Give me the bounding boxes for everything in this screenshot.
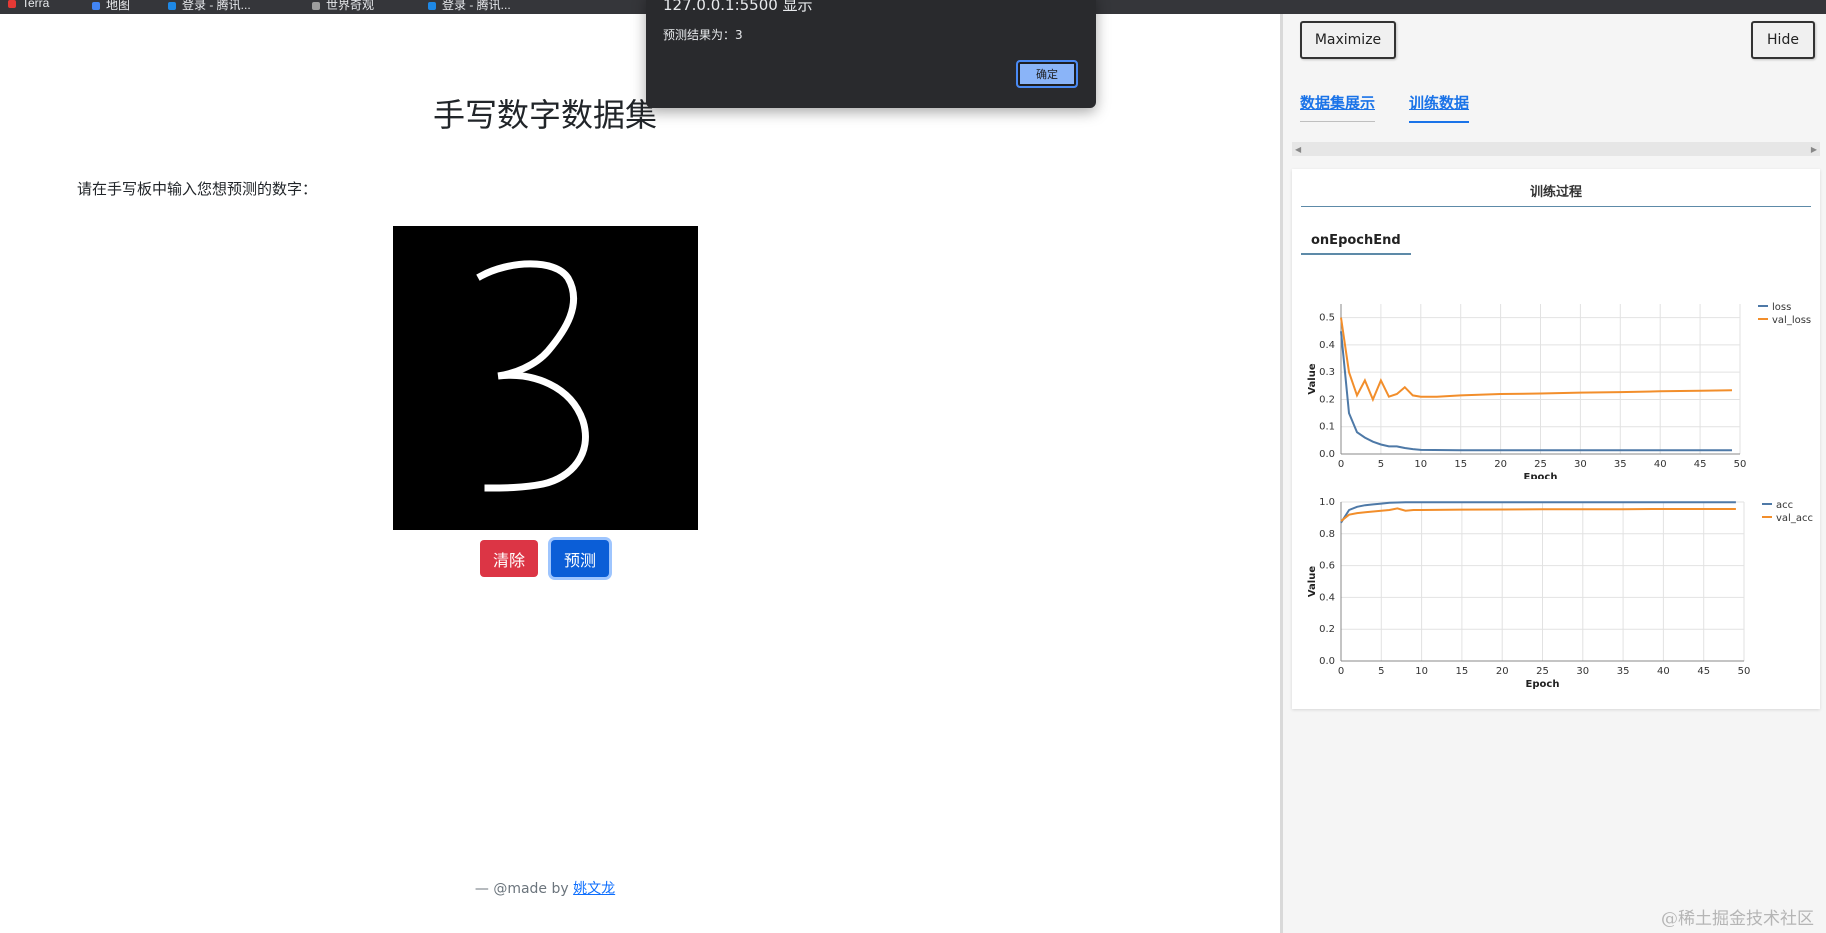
watermark: @稀土掘金技术社区	[1661, 909, 1814, 929]
y-axis-label: Value	[1307, 566, 1318, 597]
dialog-message: 预测结果为：3	[663, 28, 743, 42]
clear-button[interactable]: 清除	[480, 540, 538, 577]
subtab-onepochend[interactable]: onEpochEnd	[1301, 233, 1411, 255]
author-link[interactable]: 姚文龙	[573, 881, 615, 897]
y-tick-label: 0.6	[1319, 561, 1335, 572]
x-tick-label: 25	[1534, 459, 1547, 470]
y-axis-label: Value	[1307, 363, 1318, 394]
horizontal-scrollbar[interactable]: ◀ ▶	[1292, 142, 1820, 156]
x-tick-label: 25	[1536, 666, 1549, 677]
y-tick-label: 0.8	[1319, 529, 1335, 540]
x-tick-label: 50	[1734, 459, 1747, 470]
bookmark-icon	[8, 0, 16, 8]
predict-button[interactable]: 预测	[551, 540, 609, 577]
x-tick-label: 0	[1338, 459, 1344, 470]
y-tick-label: 0.4	[1319, 340, 1335, 351]
drawn-digit	[476, 260, 589, 492]
x-tick-label: 30	[1574, 459, 1587, 470]
x-tick-label: 35	[1617, 666, 1630, 677]
x-tick-label: 50	[1738, 666, 1751, 677]
legend-label: val_loss	[1772, 315, 1811, 326]
x-tick-label: 40	[1654, 459, 1667, 470]
y-tick-label: 0.2	[1319, 624, 1335, 635]
bookmark-item[interactable]: 登录 - 腾讯...	[168, 0, 251, 12]
training-card: 训练过程 onEpochEnd 0 5 10 15 20 25 30 35 40 45 50 0.0 0…	[1292, 169, 1820, 709]
x-tick-label: 0	[1338, 666, 1344, 677]
y-tick-label: 0.2	[1319, 394, 1335, 405]
alert-dialog: 127.0.0.1:5500 显示 预测结果为：3 确定	[646, 0, 1096, 108]
series-line-val_acc	[1340, 507, 1736, 522]
legend-label: loss	[1772, 302, 1791, 313]
x-tick-label: 5	[1378, 459, 1384, 470]
y-tick-label: 0.0	[1319, 449, 1335, 460]
legend-label: acc	[1776, 500, 1793, 511]
bookmark-icon	[168, 1, 176, 10]
y-tick-label: 0.5	[1319, 313, 1335, 324]
x-axis-label: Epoch	[1526, 679, 1560, 690]
x-tick-label: 20	[1496, 666, 1509, 677]
footer: — @made by 姚文龙	[0, 878, 1090, 898]
hide-button[interactable]: Hide	[1751, 21, 1815, 59]
x-tick-label: 45	[1697, 666, 1710, 677]
footer-prefix: — @made by	[474, 881, 569, 897]
tab-training[interactable]: 训练数据	[1409, 92, 1470, 123]
visor-panel: Maximize Hide 数据集展示 训练数据 ◀ ▶ 训练过程 onEpoc…	[1280, 14, 1826, 933]
legend-label: val_acc	[1776, 513, 1813, 524]
bookmark-item[interactable]: 世界奇观	[312, 0, 374, 12]
loss-chart: 0 5 10 15 20 25 30 35 40 45 50 0.0 0.1 0.2 0.3 0.4 0.5 Ep…	[1307, 302, 1811, 479]
bookmark-item[interactable]: 地图	[92, 0, 130, 12]
dialog-ok-button[interactable]: 确定	[1016, 60, 1078, 88]
scroll-left-icon[interactable]: ◀	[1295, 145, 1301, 154]
bookmark-icon	[312, 1, 320, 10]
main-content: 手写数字数据集 请在手写板中输入您想预测的数字： 清除 预测 — @made b…	[0, 14, 1280, 933]
bookmark-icon	[428, 1, 436, 10]
x-tick-label: 35	[1614, 459, 1627, 470]
prompt-text: 请在手写板中输入您想预测的数字：	[77, 180, 318, 198]
bookmark-item[interactable]: Terra	[8, 0, 49, 10]
maximize-button[interactable]: Maximize	[1300, 21, 1396, 59]
x-tick-label: 15	[1454, 459, 1467, 470]
tab-dataset[interactable]: 数据集展示	[1300, 92, 1376, 122]
scroll-right-icon[interactable]: ▶	[1811, 145, 1817, 154]
x-tick-label: 45	[1694, 459, 1707, 470]
y-tick-label: 0.0	[1319, 656, 1335, 667]
y-tick-label: 0.3	[1319, 367, 1335, 378]
series-line-val_loss	[1340, 317, 1733, 403]
x-tick-label: 10	[1415, 666, 1428, 677]
series-line-acc	[1340, 501, 1736, 524]
x-tick-label: 10	[1414, 459, 1427, 470]
card-title: 训练过程	[1301, 181, 1811, 207]
bookmark-icon	[92, 1, 100, 10]
y-tick-label: 0.1	[1319, 422, 1335, 433]
y-tick-label: 0.4	[1319, 592, 1335, 603]
x-axis-label: Epoch	[1524, 472, 1558, 479]
x-tick-label: 20	[1494, 459, 1507, 470]
y-tick-label: 1.0	[1319, 497, 1335, 508]
x-tick-label: 15	[1456, 666, 1469, 677]
dialog-title: 127.0.0.1:5500 显示	[663, 0, 813, 14]
x-tick-label: 5	[1378, 666, 1384, 677]
x-tick-label: 40	[1657, 666, 1670, 677]
x-tick-label: 30	[1576, 666, 1589, 677]
drawing-canvas[interactable]	[393, 226, 698, 530]
bookmark-item[interactable]: 登录 - 腾讯...	[428, 0, 511, 12]
accuracy-chart: 0 5 10 15 20 25 30 35 40 45 50 0.0 0.2 0.4 0.6 0.8 1.0 Ep…	[1307, 497, 1813, 690]
